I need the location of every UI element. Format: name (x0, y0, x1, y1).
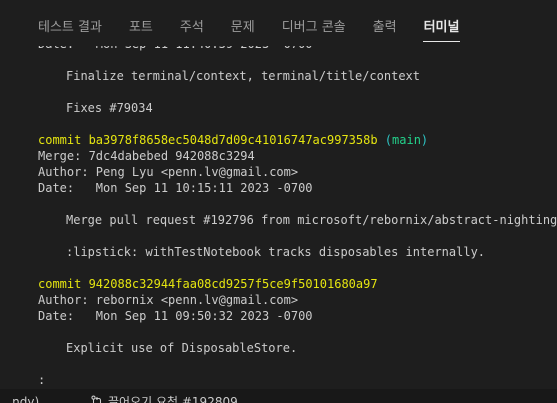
tab-debug-console[interactable]: 디버그 콘솔 (272, 0, 356, 46)
terminal-output[interactable]: Date: Mon Sep 11 11:40:39 2023 -0700 Fin… (0, 26, 557, 389)
date-line: Date: Mon Sep 11 10:15:11 2023 -0700 (38, 181, 313, 195)
commit-header-line: commit 942088c32944faa08cd9257f5ce9f5010… (38, 276, 378, 292)
merge-line: Merge: 7dc4dabebed 942088c3294 (38, 149, 255, 163)
tab-terminal[interactable]: 터미널 (414, 0, 470, 46)
tab-comments[interactable]: 주석 (170, 0, 214, 46)
pager-prompt[interactable]: : (38, 372, 45, 388)
status-branch-text[interactable]: (...ndy) (0, 395, 39, 403)
commit-message-line: Finalize terminal/context, terminal/titl… (66, 69, 421, 83)
branch-name: main (392, 133, 421, 147)
ref-open-paren: ( (377, 133, 393, 147)
ref-close-paren: ) (420, 133, 429, 147)
commit-hash: ba3978f8658ec5048d7d09c41016747ac997358b (88, 133, 378, 147)
commit-message-line: Fixes #79034 (66, 101, 153, 115)
author-line: Author: Peng Lyu <penn.lv@gmail.com> (38, 165, 299, 179)
terminal-panel: 테스트 결과 포트 주석 문제 디버그 콘솔 출력 터미널 Date: Mon … (0, 0, 557, 403)
status-bar: (...ndy) 끌어오기 요청 #192809 (0, 389, 557, 403)
date-line: Date: Mon Sep 11 09:50:32 2023 -0700 (38, 309, 313, 323)
status-pull-request[interactable]: 끌어오기 요청 #192809 (90, 395, 238, 403)
commit-header-line: commit ba3978f8658ec5048d7d09c41016747ac… (38, 132, 428, 148)
pull-request-label: 끌어오기 요청 #192809 (108, 395, 238, 403)
tab-test-results[interactable]: 테스트 결과 (28, 0, 112, 46)
tab-problems[interactable]: 문제 (221, 0, 265, 46)
commit-message-line: Explicit use of DisposableStore. (66, 341, 298, 355)
commit-message-line: :lipstick: withTestNotebook tracks dispo… (66, 245, 486, 259)
commit-keyword: commit (38, 133, 89, 147)
panel-tab-bar: 테스트 결과 포트 주석 문제 디버그 콘솔 출력 터미널 (0, 0, 557, 46)
commit-keyword: commit (38, 277, 89, 291)
tab-output[interactable]: 출력 (363, 0, 407, 46)
author-line: Author: rebornix <penn.lv@gmail.com> (38, 293, 299, 307)
commit-hash: 942088c32944faa08cd9257f5ce9f50101680a97 (88, 277, 378, 291)
git-pull-request-icon (91, 395, 102, 403)
commit-message-line: Merge pull request #192796 from microsof… (66, 213, 557, 227)
tab-ports[interactable]: 포트 (119, 0, 163, 46)
